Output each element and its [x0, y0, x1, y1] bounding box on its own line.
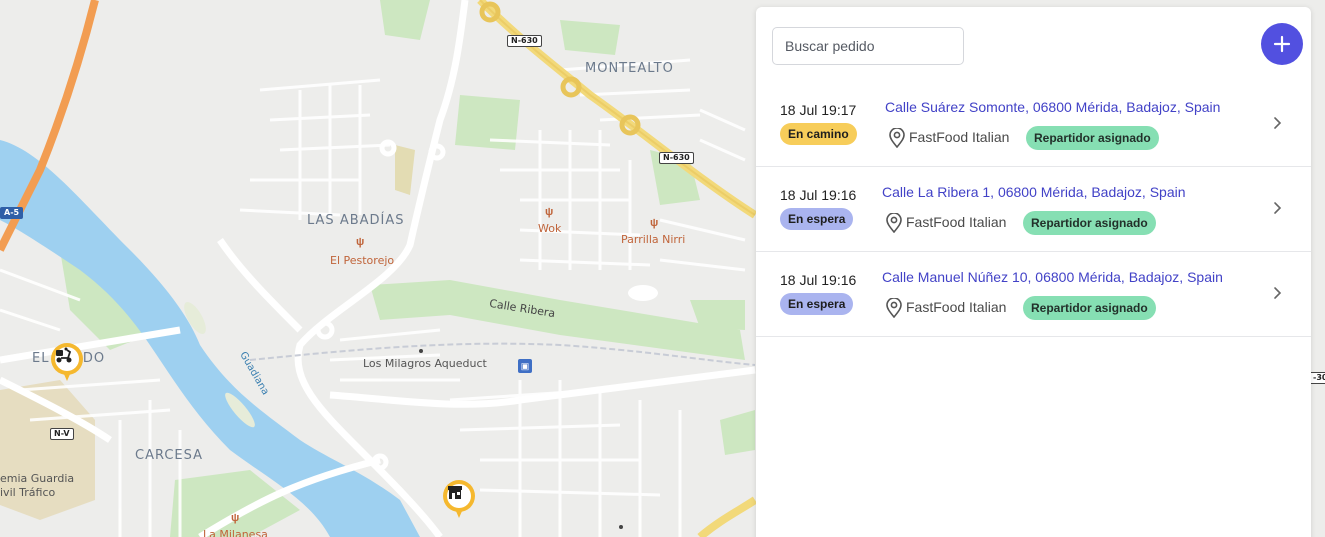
- district-label-carcesa: CARCESA: [135, 448, 204, 463]
- poi-label-parrilla-nirri: Parrilla Nirri: [621, 233, 686, 246]
- order-row[interactable]: 18 Jul 19:16 En espera Calle Manuel Núñe…: [756, 252, 1311, 337]
- plus-icon: [1273, 35, 1291, 53]
- road-shield-a5: A-5: [0, 207, 24, 219]
- location-pin-icon: [886, 213, 902, 233]
- restaurant-fork-icon: ψ: [356, 236, 365, 248]
- restaurant-fork-icon: ψ: [231, 512, 240, 524]
- chevron-right-icon[interactable]: [1270, 201, 1284, 215]
- scooter-icon: [56, 347, 72, 363]
- driver-assigned-badge: Repartidor asignado: [1023, 211, 1156, 235]
- road-shield-n630: N-630: [659, 152, 694, 164]
- restaurant-name: FastFood Italian: [906, 299, 1007, 315]
- driver-assigned-badge: Repartidor asignado: [1026, 126, 1159, 150]
- district-label-las-abadias: LAS ABADÍAS: [307, 213, 405, 228]
- store-icon: [448, 486, 462, 499]
- chevron-right-icon[interactable]: [1270, 116, 1284, 130]
- restaurant-name: FastFood Italian: [909, 129, 1010, 145]
- road-shield-edge: -30: [1309, 372, 1325, 384]
- train-station-icon: ▣: [518, 359, 532, 373]
- chevron-right-icon[interactable]: [1270, 286, 1284, 300]
- driver-assigned-badge: Repartidor asignado: [1023, 296, 1156, 320]
- restaurant-fork-icon: ψ: [545, 206, 554, 218]
- poi-label-academia-line2: ivil Tráfico: [0, 486, 56, 499]
- poi-label-el-pestorejo: El Pestorejo: [330, 254, 395, 267]
- poi-label-la-milanesa: La Milanesa: [203, 528, 268, 537]
- search-order-input[interactable]: [772, 27, 964, 65]
- road-shield-n630: N-630: [507, 35, 542, 47]
- order-address-link[interactable]: Calle Manuel Núñez 10, 06800 Mérida, Bad…: [882, 269, 1223, 285]
- order-list: 18 Jul 19:17 En camino Calle Suárez Somo…: [756, 82, 1311, 337]
- poi-label-aqueduct: Los Milagros Aqueduct: [363, 357, 487, 370]
- status-badge: En espera: [780, 208, 854, 230]
- restaurant-name: FastFood Italian: [906, 214, 1007, 230]
- order-row[interactable]: 18 Jul 19:16 En espera Calle La Ribera 1…: [756, 167, 1311, 252]
- location-pin-icon: [886, 298, 902, 318]
- order-time: 18 Jul 19:16: [780, 187, 857, 203]
- driver-location-marker[interactable]: [51, 343, 83, 385]
- add-order-button[interactable]: [1261, 23, 1303, 65]
- status-badge: En camino: [780, 123, 857, 145]
- order-address-link[interactable]: Calle Suárez Somonte, 06800 Mérida, Bada…: [885, 99, 1220, 115]
- order-time: 18 Jul 19:16: [780, 272, 857, 288]
- orders-panel: 18 Jul 19:17 En camino Calle Suárez Somo…: [756, 7, 1311, 537]
- restaurant-fork-icon: ψ: [650, 217, 659, 229]
- district-label-montealto: MONTEALTO: [585, 61, 674, 76]
- status-badge: En espera: [780, 293, 854, 315]
- order-time: 18 Jul 19:17: [780, 102, 857, 118]
- restaurant-location-marker[interactable]: [443, 480, 475, 522]
- road-shield-nv: N-V: [50, 428, 74, 440]
- order-address-link[interactable]: Calle La Ribera 1, 06800 Mérida, Badajoz…: [882, 184, 1186, 200]
- location-pin-icon: [889, 128, 905, 148]
- poi-label-wok: Wok: [538, 222, 562, 235]
- order-row[interactable]: 18 Jul 19:17 En camino Calle Suárez Somo…: [756, 82, 1311, 167]
- poi-label-academia-line1: emia Guardia: [0, 472, 75, 485]
